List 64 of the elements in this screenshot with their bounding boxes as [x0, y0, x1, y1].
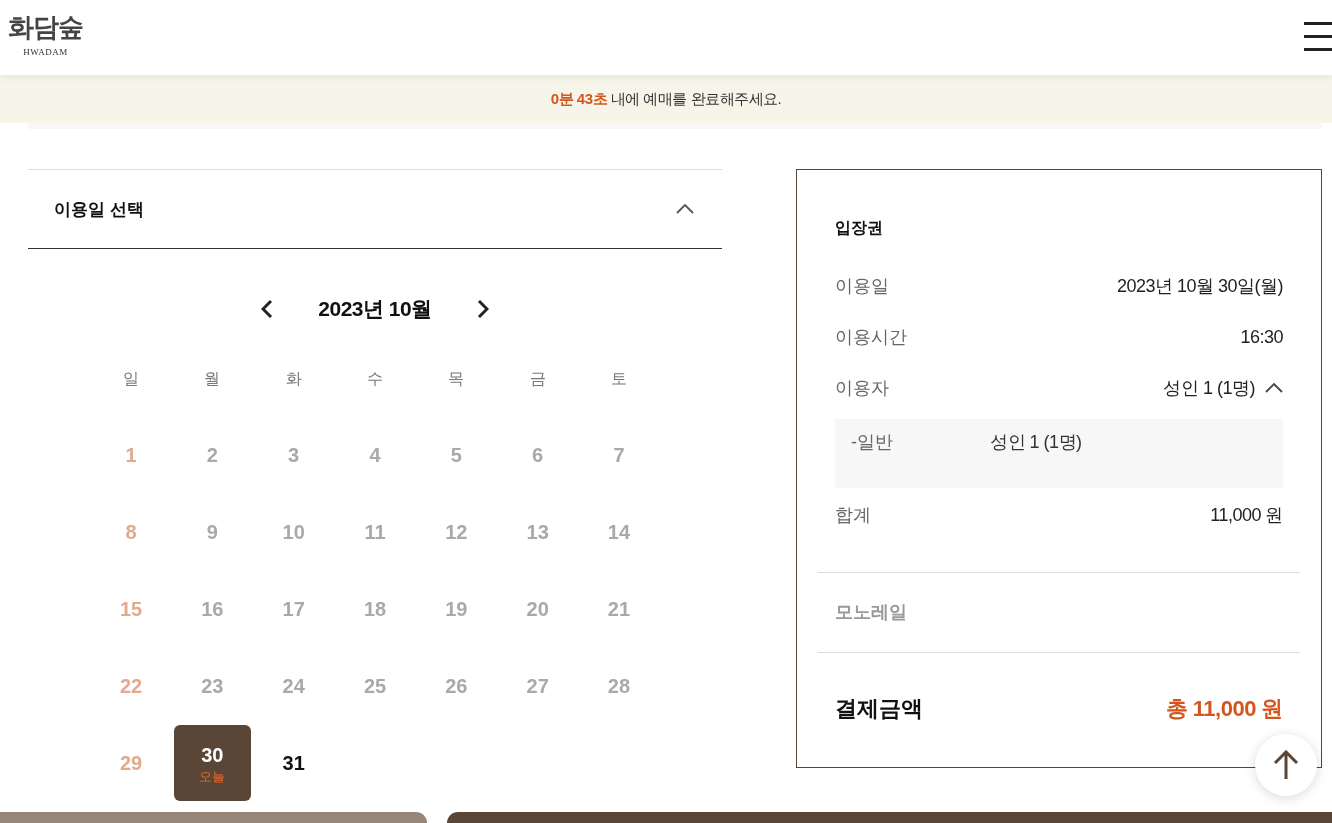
field-label: 합계: [835, 504, 871, 527]
calendar-day: 13: [499, 494, 577, 570]
weekday-label: 월: [203, 369, 222, 389]
logo-link[interactable]: 화담숲 HWADAM: [8, 12, 83, 57]
weekday-label: 수: [366, 369, 384, 389]
field-value: 11,000 원: [1210, 504, 1283, 527]
weekday-label: 토: [610, 369, 628, 389]
calendar-day: 15: [92, 571, 170, 647]
field-label: 이용자: [835, 377, 889, 400]
calendar-day: 11: [336, 494, 414, 570]
calendar-day: 22: [92, 648, 170, 724]
calendar-day: 16: [173, 571, 251, 647]
calendar-day: 17: [255, 571, 333, 647]
chevron-right-icon: [477, 299, 489, 319]
calendar-day: 5: [417, 417, 495, 493]
month-title: 2023년 10월: [317, 296, 433, 322]
calendar-day: 9: [173, 494, 251, 570]
calendar-day: 8: [92, 494, 170, 570]
calendar-day: 10: [255, 494, 333, 570]
arrow-up-icon: [1273, 750, 1299, 780]
weekday-label: 일: [122, 369, 140, 389]
detail-value: 성인 1 (1명): [990, 431, 1083, 453]
calendar-day: 23: [173, 648, 251, 724]
calendar-day: 21: [580, 571, 658, 647]
calendar-day: 25: [336, 648, 414, 724]
total-amount: 총 11,000 원: [1165, 695, 1283, 723]
field-label: 이용일: [835, 275, 889, 298]
chevron-left-icon: [261, 299, 273, 319]
calendar-day: 2: [173, 417, 251, 493]
section-title: 모노레일: [835, 602, 907, 622]
calendar-day: 14: [580, 494, 658, 570]
calendar-day: 29: [92, 725, 170, 801]
calendar-day: 19: [417, 571, 495, 647]
total-label: 결제금액: [835, 695, 923, 723]
chevron-up-icon[interactable]: [1265, 383, 1283, 393]
calendar-day: 4: [336, 417, 414, 493]
menu-icon: [1304, 21, 1332, 51]
calendar-day[interactable]: 30 오늘: [173, 725, 251, 801]
calendar-day: 3: [255, 417, 333, 493]
calendar-day: 27: [499, 648, 577, 724]
menu-button[interactable]: [1304, 21, 1332, 51]
calendar-day: 20: [499, 571, 577, 647]
calendar-day: 6: [499, 417, 577, 493]
calendar-day: 18: [336, 571, 414, 647]
calendar-day: 24: [255, 648, 333, 724]
weekday-label: 화: [284, 369, 303, 389]
field-value: 성인 1 (1명): [1163, 377, 1255, 400]
weekday-label: 금: [528, 369, 547, 389]
section-title: 입장권: [835, 218, 884, 238]
field-value: 16:30: [1240, 326, 1283, 349]
date-accordion-header[interactable]: 이용일 선택: [28, 169, 722, 249]
detail-label: -일반: [851, 431, 894, 453]
field-value: 2023년 10월 30일(월): [1116, 275, 1283, 298]
timer-message: 0분 43초 내에 예매를 완료해주세요.: [550, 89, 782, 109]
calendar-day: 12: [417, 494, 495, 570]
weekday-label: 목: [447, 369, 466, 389]
field-label: 이용시간: [835, 326, 907, 349]
calendar-day: 1: [92, 417, 170, 493]
calendar-day: 26: [417, 648, 495, 724]
calendar-day: 7: [580, 417, 658, 493]
chevron-up-icon: [676, 204, 694, 214]
calendar-day: 28: [580, 648, 658, 724]
calendar-day[interactable]: 31: [255, 725, 333, 801]
scroll-top-button[interactable]: [1255, 734, 1317, 796]
